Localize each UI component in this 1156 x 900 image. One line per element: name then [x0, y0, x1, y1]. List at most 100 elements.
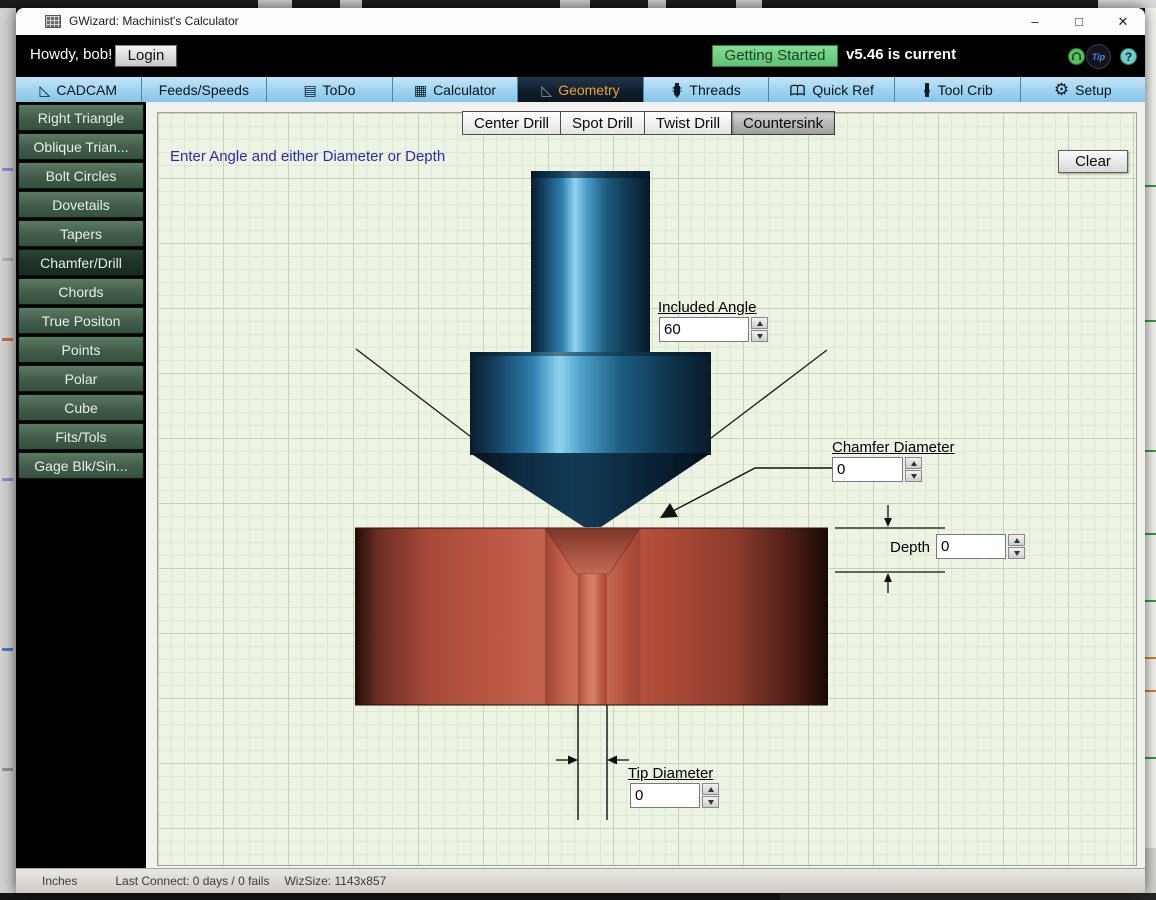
- tip-diameter-spinner: [702, 783, 719, 808]
- spin-up-button[interactable]: [1008, 534, 1025, 546]
- sidebar-item-points[interactable]: Points: [18, 336, 144, 363]
- app-icon: [45, 15, 61, 28]
- screen: GWizard: Machinist's Calculator – □ ✕ Ho…: [0, 0, 1156, 900]
- greeting-text: Howdy, bob!: [30, 46, 112, 63]
- sidebar-item-tapers[interactable]: Tapers: [18, 220, 144, 247]
- chamfer-drill-panel: Center Drill Spot Drill Twist Drill Coun…: [146, 102, 1145, 868]
- desktop-edge-top: [0, 0, 1156, 8]
- tab-calculator[interactable]: ▦ Calculator: [393, 77, 519, 102]
- sidebar-item-dovetails[interactable]: Dovetails: [18, 191, 144, 218]
- sidebar-item-chords[interactable]: Chords: [18, 278, 144, 305]
- spin-up-button[interactable]: [905, 457, 922, 469]
- close-button[interactable]: ✕: [1101, 8, 1145, 35]
- tool-body: [470, 352, 711, 455]
- sidebar-item-right-triangle[interactable]: Right Triangle: [18, 104, 144, 131]
- background-window-fragment: [736, 0, 762, 8]
- spin-up-button[interactable]: [702, 783, 719, 795]
- sidebar-item-polar[interactable]: Polar: [18, 365, 144, 392]
- login-button[interactable]: Login: [115, 45, 177, 67]
- tip-diameter-field: [630, 783, 719, 808]
- sidebar-item-true-position[interactable]: True Positon: [18, 307, 144, 334]
- tab-tool-crib[interactable]: Tool Crib: [895, 77, 1021, 102]
- chamfer-diameter-label: Chamfer Diameter: [832, 439, 955, 456]
- app-header: Howdy, bob! Login Getting Started v5.46 …: [16, 35, 1145, 77]
- depth-input[interactable]: [936, 534, 1006, 559]
- subtab-twist-drill[interactable]: Twist Drill: [644, 111, 732, 135]
- drafting-triangle-icon: ◺: [40, 83, 51, 97]
- maximize-button[interactable]: □: [1057, 8, 1101, 35]
- main-tabbar: ◺ CADCAM Feeds/Speeds ▤ ToDo ▦ Calculato…: [16, 77, 1145, 102]
- background-window-fragment: [1098, 0, 1156, 8]
- background-window-left-sliver: [0, 8, 16, 893]
- included-angle-label: Included Angle: [658, 299, 756, 316]
- sidebar-item-gage-blk[interactable]: Gage Blk/Sin...: [18, 452, 144, 479]
- end-mill-icon: [922, 82, 932, 98]
- gwizard-window: GWizard: Machinist's Calculator – □ ✕ Ho…: [16, 8, 1145, 893]
- background-window-right-sliver: [1145, 8, 1156, 893]
- depth-spinner: [1008, 534, 1025, 559]
- included-angle-spinner: [751, 317, 768, 342]
- included-angle-input[interactable]: [659, 317, 749, 342]
- clear-button[interactable]: Clear: [1058, 150, 1128, 173]
- minimize-button[interactable]: –: [1013, 8, 1057, 35]
- wizsize-status: WizSize: 1143x857: [284, 874, 386, 888]
- subtab-spot-drill[interactable]: Spot Drill: [560, 111, 645, 135]
- titlebar: GWizard: Machinist's Calculator – □ ✕: [16, 8, 1145, 35]
- units-status: Inches: [42, 874, 77, 888]
- subtab-center-drill[interactable]: Center Drill: [462, 111, 561, 135]
- tab-threads[interactable]: Threads: [644, 77, 770, 102]
- drill-type-subtabs: Center Drill Spot Drill Twist Drill Coun…: [462, 111, 835, 135]
- background-window-fragment: [258, 0, 292, 8]
- tip-icon[interactable]: Tip: [1086, 44, 1111, 69]
- included-angle-field: [659, 317, 768, 342]
- tab-cadcam[interactable]: ◺ CADCAM: [16, 77, 142, 102]
- instruction-text: Enter Angle and either Diameter or Depth: [170, 148, 445, 165]
- tip-diameter-label: Tip Diameter: [628, 765, 713, 782]
- spin-down-button[interactable]: [702, 796, 719, 808]
- last-connect-status: Last Connect: 0 days / 0 fails: [115, 874, 269, 888]
- tab-feeds-speeds[interactable]: Feeds/Speeds: [142, 77, 268, 102]
- chamfer-diameter-spinner: [905, 457, 922, 482]
- chamfer-diameter-leader: [660, 468, 832, 518]
- background-window-fragment: [560, 0, 590, 8]
- tab-geometry[interactable]: ◺ Geometry: [518, 77, 644, 102]
- thread-tap-icon: [671, 82, 683, 98]
- spin-up-button[interactable]: [751, 317, 768, 329]
- status-bar: Inches Last Connect: 0 days / 0 fails Wi…: [16, 868, 1145, 893]
- background-window-fragment: [340, 0, 362, 8]
- tool-shank: [531, 171, 650, 352]
- countersink-diagram: [157, 112, 1137, 866]
- help-icon[interactable]: ?: [1120, 48, 1137, 65]
- geometry-sidebar: Right Triangle Oblique Trian... Bolt Cir…: [16, 102, 146, 868]
- calculator-icon: ▦: [414, 83, 427, 97]
- workpiece: [355, 528, 828, 705]
- depth-field: [936, 534, 1025, 559]
- sidebar-item-oblique-triangle[interactable]: Oblique Trian...: [18, 133, 144, 160]
- depth-label: Depth: [890, 539, 930, 556]
- spin-down-button[interactable]: [905, 470, 922, 482]
- tab-setup[interactable]: ⚙ Setup: [1021, 77, 1146, 102]
- book-icon: [789, 83, 806, 97]
- getting-started-button[interactable]: Getting Started: [712, 45, 838, 67]
- chamfer-diameter-input[interactable]: [832, 457, 903, 482]
- sidebar-item-cube[interactable]: Cube: [18, 394, 144, 421]
- chamfer-diameter-field: [832, 457, 922, 482]
- sidebar-item-fits-tols[interactable]: Fits/Tols: [18, 423, 144, 450]
- tip-diameter-input[interactable]: [630, 783, 700, 808]
- sidebar-item-chamfer-drill[interactable]: Chamfer/Drill: [18, 249, 144, 276]
- gear-icon: ⚙: [1054, 81, 1069, 98]
- spin-down-button[interactable]: [751, 330, 768, 342]
- drill-channel: [578, 574, 607, 705]
- headset-icon[interactable]: [1068, 48, 1085, 65]
- tab-quick-ref[interactable]: Quick Ref: [769, 77, 895, 102]
- todo-list-icon: ▤: [303, 83, 316, 97]
- background-window-fragment: [648, 0, 666, 8]
- tab-todo[interactable]: ▤ ToDo: [267, 77, 393, 102]
- sidebar-item-bolt-circles[interactable]: Bolt Circles: [18, 162, 144, 189]
- taskbar-edge: [0, 893, 1156, 900]
- geometry-triangle-icon: ◺: [541, 83, 552, 97]
- spin-down-button[interactable]: [1008, 547, 1025, 559]
- window-title: GWizard: Machinist's Calculator: [69, 14, 239, 28]
- subtab-countersink[interactable]: Countersink: [731, 111, 835, 135]
- tip-diameter-dimension: [556, 705, 629, 820]
